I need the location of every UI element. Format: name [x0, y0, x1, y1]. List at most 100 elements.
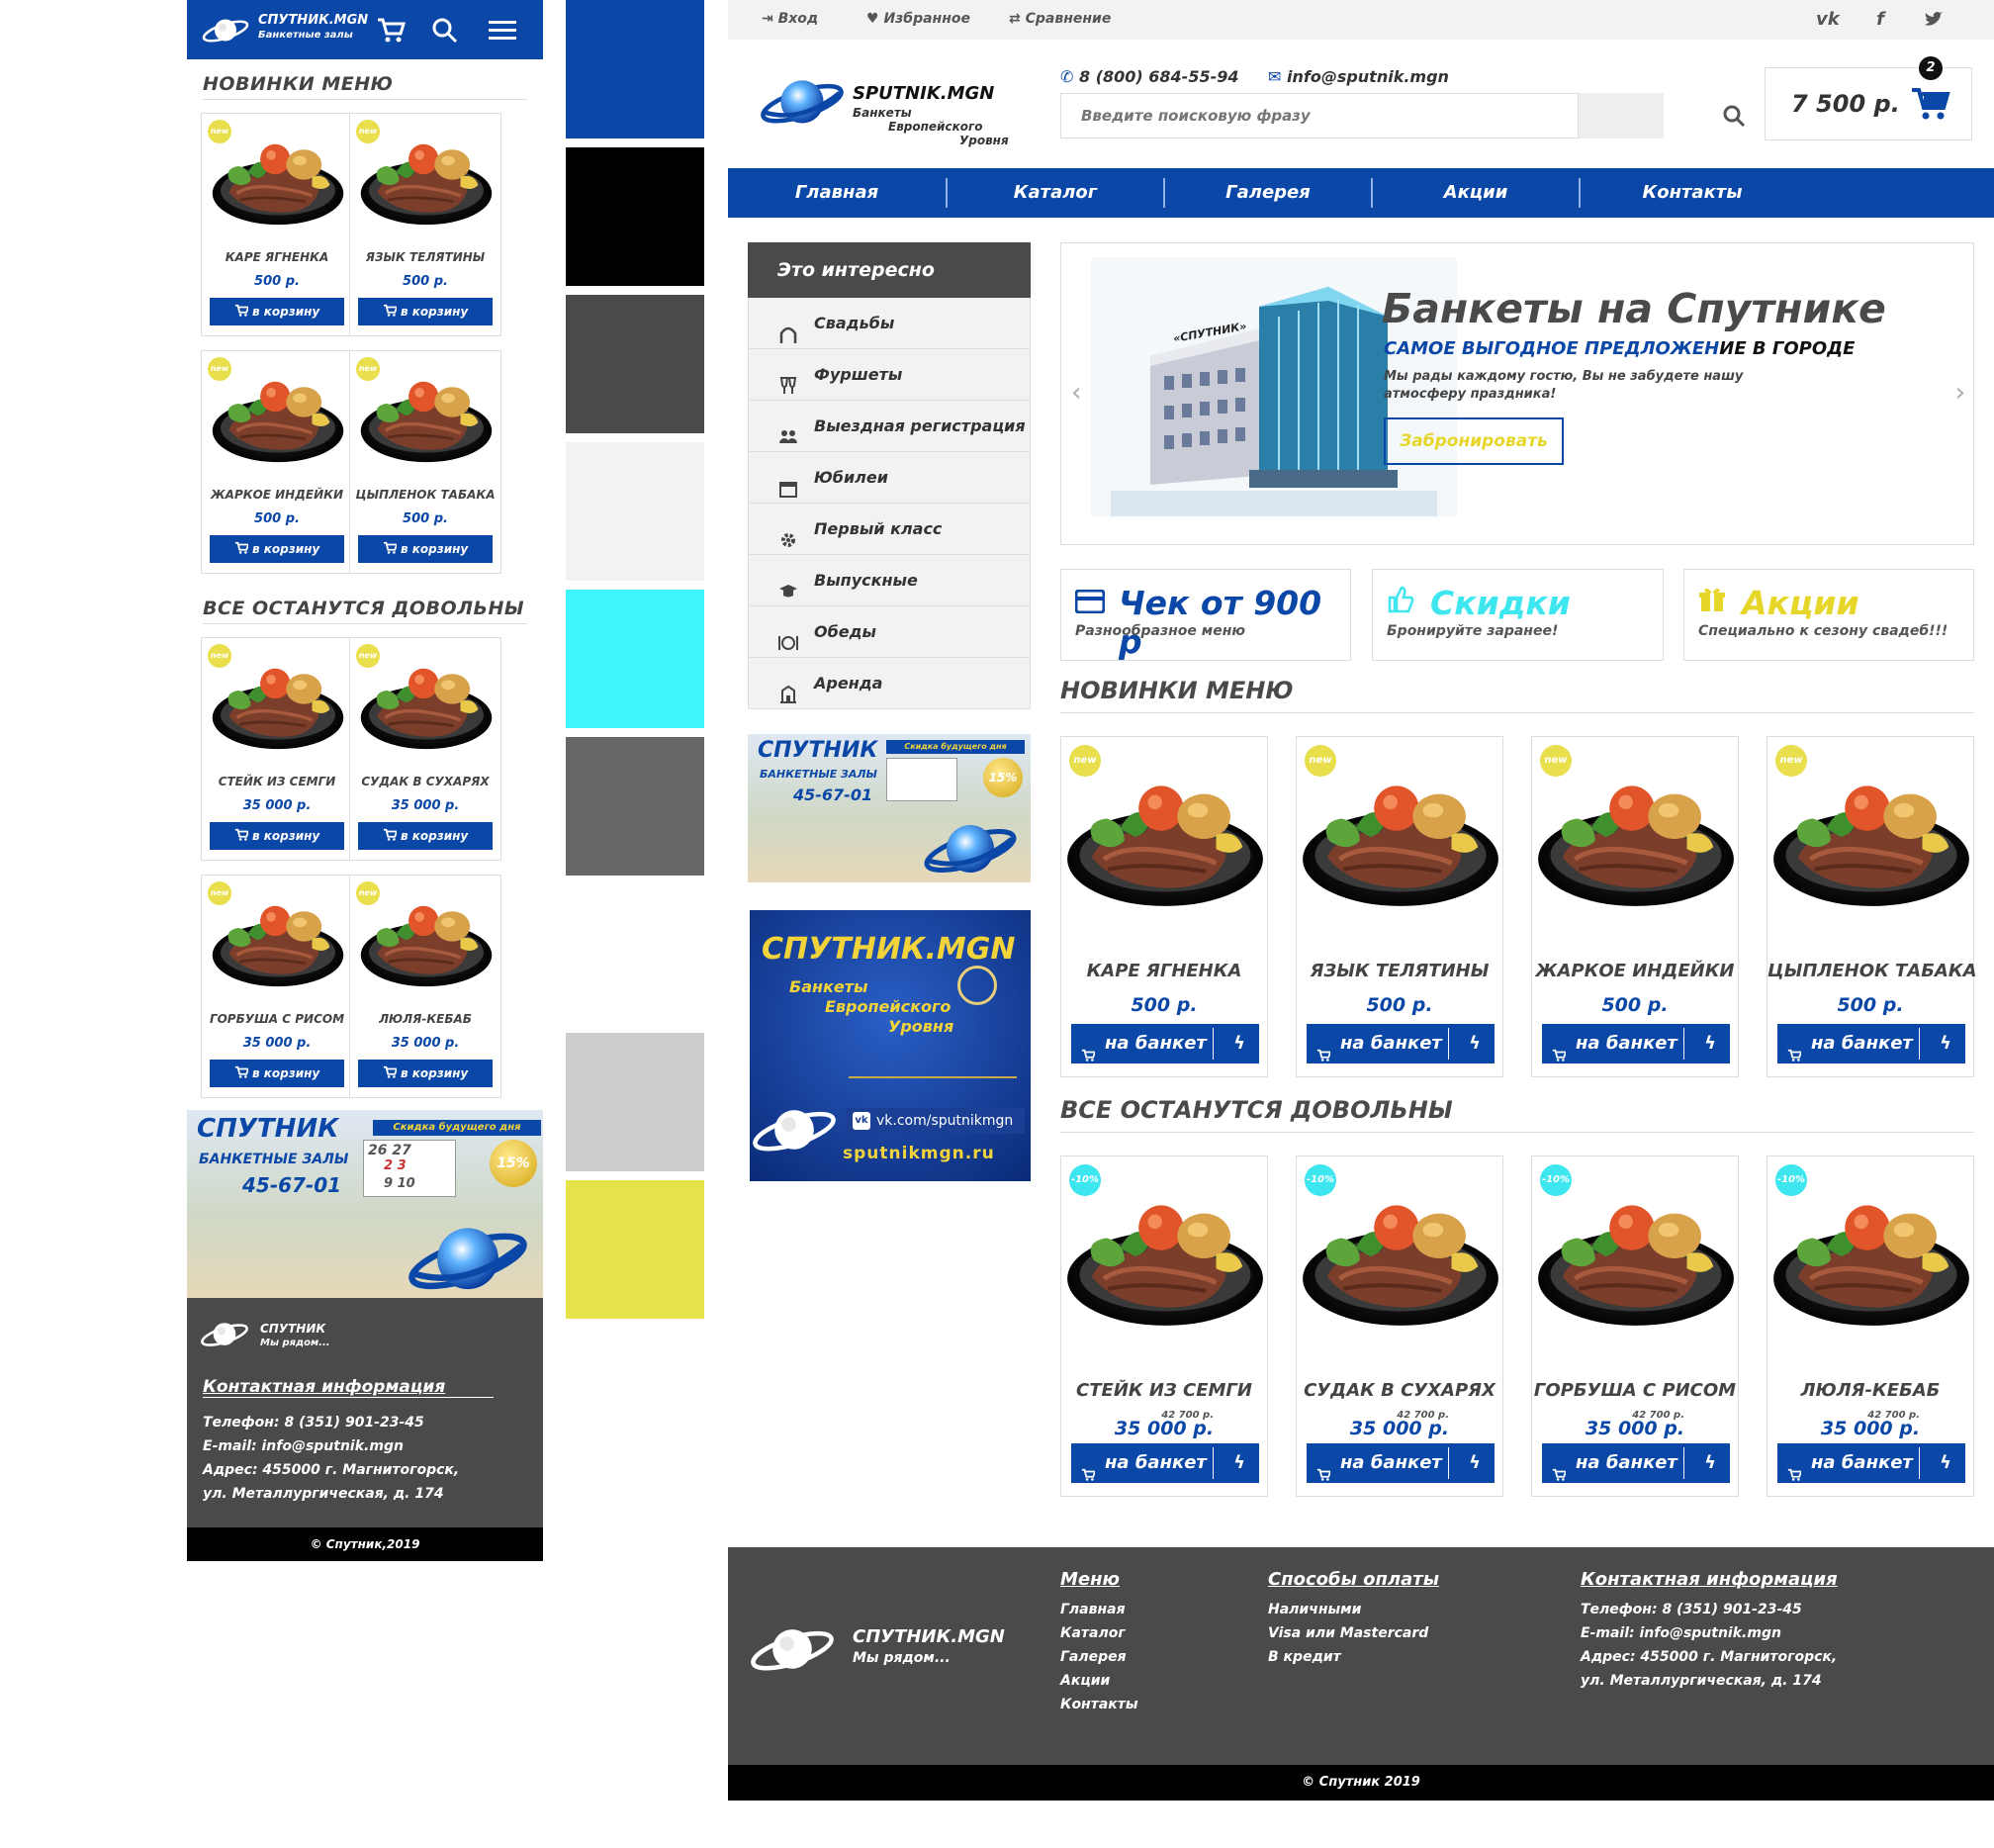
add-to-cart-button[interactable]: в корзину	[210, 1060, 344, 1087]
favorites-link[interactable]: ♥ Избранное	[866, 11, 970, 27]
add-to-banquet-button[interactable]: на банкет ϟ	[1777, 1024, 1965, 1063]
search-icon[interactable]	[1721, 103, 1747, 129]
product-card[interactable]: new ЦЫПЛЕНОК ТАБАКА 500 р. в корзину	[349, 350, 501, 574]
mobile-promo-banner[interactable]: СПУТНИК БАНКЕТНЫЕ ЗАЛЫ 45-67-01 Скидка б…	[187, 1110, 543, 1298]
add-to-banquet-button[interactable]: на банкет ϟ	[1307, 1443, 1495, 1483]
mobile-brand[interactable]: СПУТНИК.MGN Банкетные залы	[258, 13, 368, 43]
vk-icon[interactable]: vk	[1816, 9, 1840, 31]
quick-buy-icon[interactable]: ϟ	[1704, 1443, 1716, 1483]
slider-prev-arrow[interactable]: ‹	[1071, 378, 1081, 408]
quick-buy-icon[interactable]: ϟ	[1233, 1024, 1245, 1063]
product-card[interactable]: -10% ГОРБУША С РИСОМ 42 700 р. 35 000 р. на …	[1531, 1155, 1739, 1497]
footer-phone[interactable]: Телефон: 8 (351) 901-23-45	[1581, 1598, 1838, 1621]
product-name: КАРЕ ЯГНЕНКА	[225, 250, 329, 264]
header-phone[interactable]: ✆ 8 (800) 684-55-94	[1060, 67, 1239, 86]
sidebar-item-lunches[interactable]: Обеды	[748, 606, 1031, 658]
menu-hamburger-icon[interactable]	[486, 14, 519, 47]
footer-menu-link[interactable]: Контакты	[1060, 1693, 1138, 1716]
quick-buy-icon[interactable]: ϟ	[1469, 1024, 1481, 1063]
product-card[interactable]: new ЯЗЫК ТЕЛЯТИНЫ 500 р. в корзину	[349, 113, 501, 336]
product-card[interactable]: new ГОРБУША С РИСОМ 35 000 р. в корзину	[201, 875, 353, 1098]
product-card[interactable]: new ЯЗЫК ТЕЛЯТИНЫ 500 р. на банкет ϟ	[1296, 736, 1503, 1077]
planet-logo-icon[interactable]	[201, 12, 250, 47]
nav-item-gallery[interactable]: Галерея	[1165, 168, 1371, 218]
footer-menu-link[interactable]: Главная	[1060, 1598, 1138, 1621]
footer-email[interactable]: E-mail: info@sputnik.mgn	[1581, 1621, 1838, 1645]
plate-icon	[778, 622, 798, 650]
vk-link[interactable]: vk vk.com/sputnikmgn	[847, 1108, 1025, 1134]
footer-contacts-title: Контактная информация	[1581, 1569, 1838, 1590]
product-card[interactable]: new СТЕЙК ИЗ СЕМГИ 35 000 р. в корзину	[201, 637, 353, 861]
add-to-banquet-button[interactable]: на банкет ϟ	[1307, 1024, 1495, 1063]
footer-menu-link[interactable]: Галерея	[1060, 1645, 1138, 1669]
site-url[interactable]: sputnikmgn.ru	[843, 1144, 995, 1163]
add-to-banquet-button[interactable]: на банкет ϟ	[1071, 1024, 1259, 1063]
sidebar-item-anniversaries[interactable]: Юбилеи	[748, 452, 1031, 504]
quick-buy-icon[interactable]: ϟ	[1940, 1024, 1951, 1063]
nav-item-promotions[interactable]: Акции	[1373, 168, 1579, 218]
sidebar-item-registration[interactable]: Выездная регистрация	[748, 401, 1031, 452]
cart-widget[interactable]: 7 500 р. 2	[1765, 56, 1972, 140]
book-button[interactable]: Забронировать	[1384, 417, 1564, 465]
info-box-check[interactable]: Чек от 900 р Разнообразное меню	[1060, 569, 1351, 661]
palette-swatch	[566, 1180, 704, 1319]
site-logo[interactable]: SPUTNIK.MGN Банкеты Европейского Уровня	[853, 83, 1009, 147]
sidebar-promo-banner[interactable]: СПУТНИК БАНКЕТНЫЕ ЗАЛЫ 45-67-01 Скидка б…	[748, 734, 1031, 882]
sidebar-item-first-class[interactable]: Первый класс	[748, 504, 1031, 555]
footer-menu-link[interactable]: Акции	[1060, 1669, 1138, 1693]
nav-item-contacts[interactable]: Контакты	[1581, 168, 1804, 218]
product-card[interactable]: new КАРЕ ЯГНЕНКА 500 р. в корзину	[201, 113, 353, 336]
sidebar-item-graduations[interactable]: Выпускные	[748, 555, 1031, 606]
product-card[interactable]: new ЖАРКОЕ ИНДЕЙКИ 500 р. в корзину	[201, 350, 353, 574]
twitter-icon[interactable]	[1923, 9, 1945, 31]
sidebar-item-weddings[interactable]: Свадьбы	[748, 298, 1031, 349]
nav-item-catalog[interactable]: Каталог	[948, 168, 1163, 218]
product-card[interactable]: new ЦЫПЛЕНОК ТАБАКА 500 р. на банкет ϟ	[1767, 736, 1977, 1077]
product-card[interactable]: new СУДАК В СУХАРЯХ 35 000 р. в корзину	[349, 637, 501, 861]
sidebar-brand-banner[interactable]: СПУТНИК.MGN Банкеты Европейского Уровня …	[750, 910, 1031, 1181]
quick-buy-icon[interactable]: ϟ	[1469, 1443, 1481, 1483]
header-email[interactable]: ✉ info@sputnik.mgn	[1268, 67, 1449, 86]
add-to-banquet-label: на банкет	[1811, 1452, 1913, 1473]
product-card[interactable]: new ЛЮЛЯ-КЕБАБ 35 000 р. в корзину	[349, 875, 501, 1098]
add-to-banquet-button[interactable]: на банкет ϟ	[1542, 1024, 1730, 1063]
product-name: ГОРБУША С РИСОМ	[209, 1012, 345, 1026]
cart-icon	[383, 828, 398, 843]
add-to-cart-button[interactable]: в корзину	[210, 298, 344, 325]
add-to-banquet-button[interactable]: на банкет ϟ	[1542, 1443, 1730, 1483]
product-price: 35 000 р.	[1820, 1418, 1921, 1439]
quick-buy-icon[interactable]: ϟ	[1233, 1443, 1245, 1483]
add-to-banquet-button[interactable]: на банкет ϟ	[1071, 1443, 1259, 1483]
product-card[interactable]: -10% СУДАК В СУХАРЯХ 42 700 р. 35 000 р. на …	[1296, 1155, 1503, 1497]
product-card[interactable]: new КАРЕ ЯГНЕНКА 500 р. на банкет ϟ	[1060, 736, 1268, 1077]
add-to-cart-button[interactable]: в корзину	[358, 298, 493, 325]
planet-logo-icon[interactable]	[758, 69, 847, 133]
login-link[interactable]: ⇥ Вход	[762, 11, 818, 27]
footer-email[interactable]: E-mail: info@sputnik.mgn	[203, 1434, 459, 1458]
compare-link[interactable]: ⇄ Сравнение	[1009, 11, 1111, 27]
product-card[interactable]: -10% СТЕЙК ИЗ СЕМГИ 42 700 р. 35 000 р. на б…	[1060, 1155, 1268, 1497]
add-to-cart-button[interactable]: в корзину	[358, 1060, 493, 1087]
add-to-cart-button[interactable]: в корзину	[210, 535, 344, 563]
quick-buy-icon[interactable]: ϟ	[1940, 1443, 1951, 1483]
cart-icon[interactable]	[375, 14, 408, 47]
product-card[interactable]: -10% ЛЮЛЯ-КЕБАБ 42 700 р. 35 000 р. на банке…	[1767, 1155, 1974, 1497]
add-to-cart-button[interactable]: в корзину	[358, 822, 493, 850]
product-card[interactable]: new ЖАРКОЕ ИНДЕЙКИ 500 р. на банкет ϟ	[1531, 736, 1739, 1077]
quick-buy-icon[interactable]: ϟ	[1704, 1024, 1716, 1063]
search-icon[interactable]	[428, 14, 462, 47]
facebook-icon[interactable]: f	[1869, 9, 1891, 31]
cart-icon	[1316, 1036, 1332, 1075]
search-input[interactable]	[1060, 93, 1579, 139]
nav-item-home[interactable]: Главная	[728, 168, 946, 218]
footer-phone[interactable]: Телефон: 8 (351) 901-23-45	[203, 1411, 459, 1434]
add-to-banquet-button[interactable]: на банкет ϟ	[1777, 1443, 1965, 1483]
info-box-discounts[interactable]: Скидки Бронируйте заранее!	[1372, 569, 1664, 661]
footer-menu-link[interactable]: Каталог	[1060, 1621, 1138, 1645]
slider-next-arrow[interactable]: ›	[1955, 378, 1965, 408]
add-to-cart-button[interactable]: в корзину	[210, 822, 344, 850]
info-box-promotions[interactable]: Акции Специально к сезону свадеб!!!	[1683, 569, 1974, 661]
sidebar-item-rent[interactable]: Аренда	[748, 658, 1031, 709]
sidebar-item-buffets[interactable]: Фуршеты	[748, 349, 1031, 401]
add-to-cart-button[interactable]: в корзину	[358, 535, 493, 563]
